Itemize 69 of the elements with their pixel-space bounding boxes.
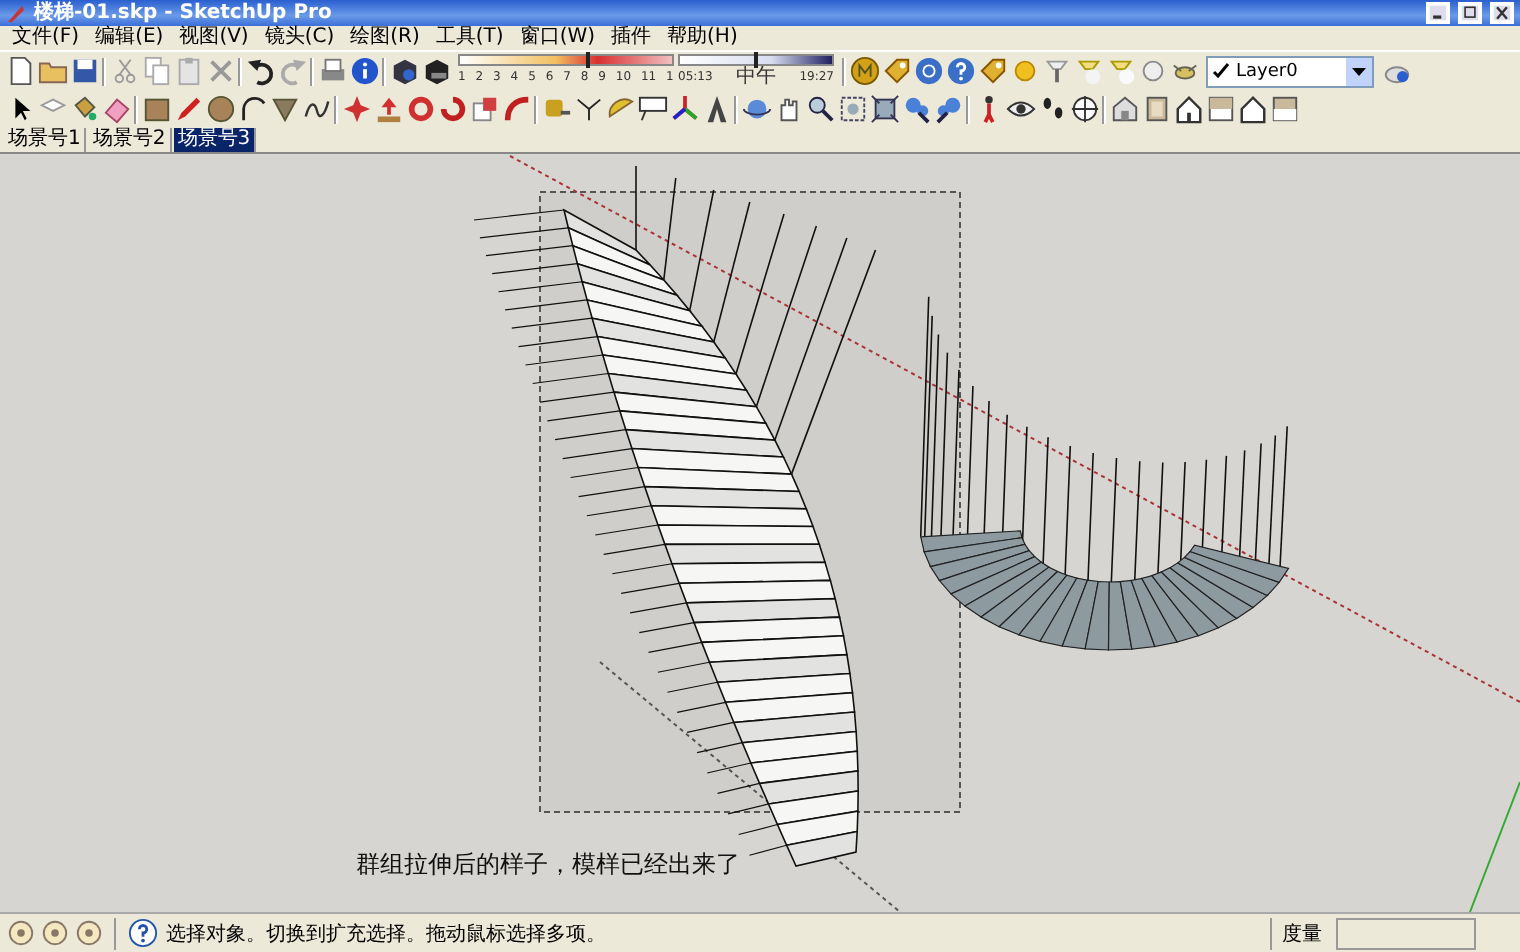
menu-item[interactable]: 帮助(H) [659,26,746,50]
scale-icon[interactable] [469,94,499,124]
menu-item[interactable]: 文件(F) [4,26,88,50]
menu-item[interactable]: 工具(T) [427,26,512,50]
tag-icon[interactable] [881,56,911,86]
medal-icon[interactable] [849,56,879,86]
minimize-button[interactable] [1426,2,1450,24]
left-view-icon[interactable] [1269,94,1299,124]
status-message: 选择对象。切换到扩充选择。拖动鼠标选择多项。 [166,921,606,947]
month-slider-thumb[interactable] [585,52,590,68]
scene-tab[interactable]: 场景号3 [173,128,257,152]
window-title: 楼梯-01.skp - SketchUp Pro [34,0,332,25]
shadow-icon[interactable] [389,56,419,86]
globe-icon[interactable] [913,56,943,86]
rectangle-icon[interactable] [141,94,171,124]
arc-icon[interactable] [237,94,267,124]
follow-me-icon[interactable] [437,94,467,124]
position-camera-icon[interactable] [1069,94,1099,124]
help-icon[interactable] [127,918,157,948]
lamp-icon[interactable] [1041,56,1071,86]
zoom-extents-icon[interactable] [869,94,899,124]
front-view-icon[interactable] [1173,94,1203,124]
protractor-icon[interactable] [605,94,635,124]
move-icon[interactable] [373,94,403,124]
new-document-icon[interactable] [5,56,35,86]
info-icon[interactable] [349,56,379,86]
paint-bucket-icon[interactable] [69,94,99,124]
orbit-icon[interactable] [741,94,771,124]
text-label-icon[interactable] [637,94,667,124]
fog-icon[interactable] [421,56,451,86]
menu-item[interactable]: 编辑(E) [87,26,172,50]
menu-item[interactable]: 视图(V) [171,26,257,50]
circle-icon[interactable] [5,918,35,948]
top-view-icon[interactable] [1141,94,1171,124]
iso-view-icon[interactable] [1109,94,1139,124]
dimension-icon[interactable] [573,94,603,124]
caption: 群组拉伸后的样子，模样已经出来了 [356,848,740,880]
axis-line [1469,781,1520,913]
zoom-icon[interactable] [805,94,835,124]
pencil-icon[interactable] [173,94,203,124]
circle-icon[interactable] [205,94,235,124]
undo-icon[interactable] [245,56,275,86]
right-view-icon[interactable] [1205,94,1235,124]
menu-item[interactable]: 镜头(C) [256,26,343,50]
previous-view-icon[interactable] [901,94,931,124]
back-view-icon[interactable] [1237,94,1267,124]
circle-icon[interactable] [73,918,103,948]
axes-icon[interactable] [669,94,699,124]
maximize-button[interactable] [1458,2,1482,24]
circle-icon[interactable] [39,918,69,948]
menu-item[interactable]: 窗口(W) [511,26,604,50]
menu-item[interactable]: 绘图(R) [342,26,428,50]
time-label: 中午 [736,66,776,88]
menu-item[interactable]: 插件 [603,26,660,50]
zoom-window-icon[interactable] [837,94,867,124]
help-icon[interactable] [945,56,975,86]
triangle-icon[interactable] [269,94,299,124]
eraser-icon[interactable] [101,94,131,124]
measurement-label: 度量 [1282,921,1322,947]
offset-icon[interactable] [501,94,531,124]
rotate-icon[interactable] [405,94,435,124]
close-button[interactable] [1490,2,1514,24]
save-icon[interactable] [69,56,99,86]
layer-dropdown[interactable]: Layer0 [1206,55,1374,87]
printer-icon[interactable] [317,56,347,86]
push-pull-icon[interactable] [341,94,371,124]
tag-icon[interactable] [977,56,1007,86]
measurement-field[interactable] [1336,917,1476,949]
next-view-icon[interactable] [933,94,963,124]
